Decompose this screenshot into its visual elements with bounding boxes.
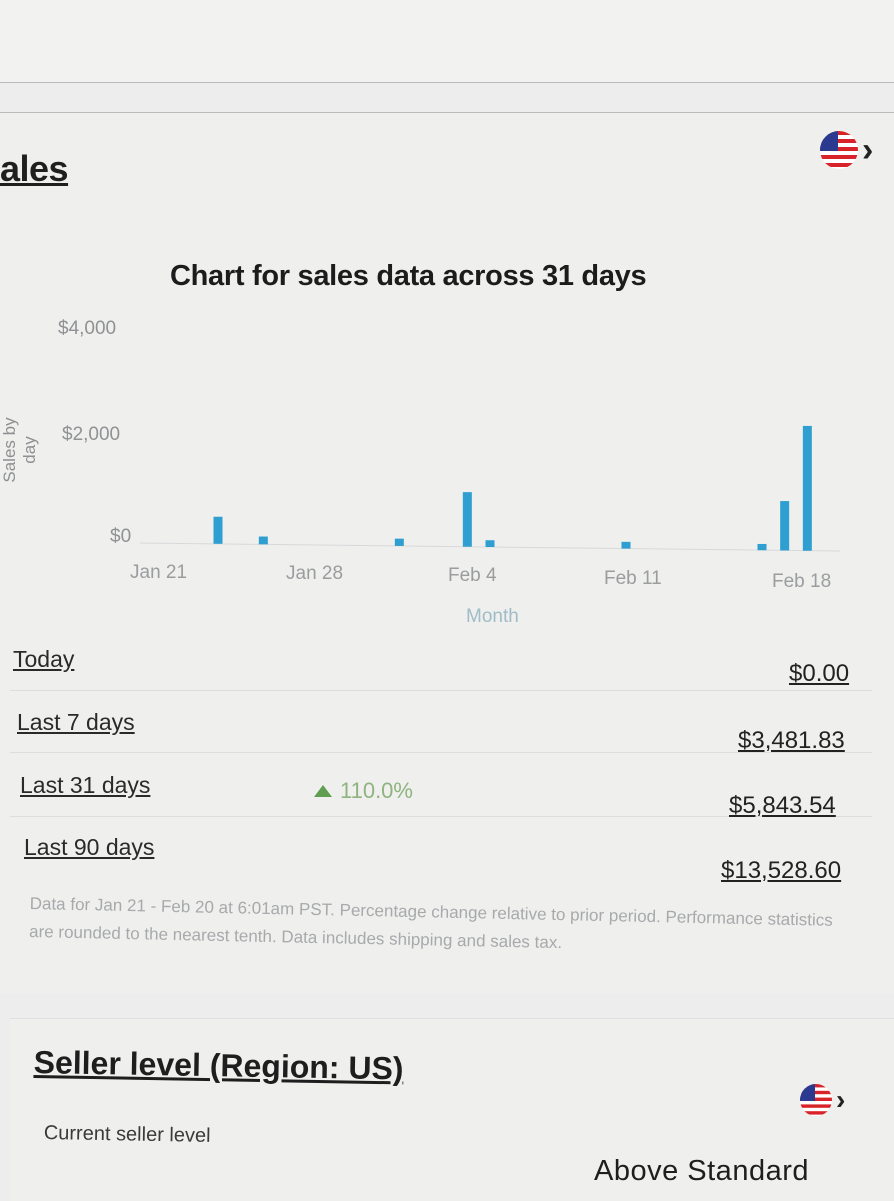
stat-value-last-7-days[interactable]: $3,481.83 — [738, 727, 845, 755]
stat-value-last-90-days[interactable]: $13,528.60 — [721, 857, 841, 885]
current-seller-level-label: Current seller level — [43, 1122, 211, 1147]
stat-value-today[interactable]: $0.00 — [789, 660, 849, 688]
y-tick-label: $0 — [110, 526, 132, 547]
browser-top-area — [0, 0, 894, 83]
stat-label-last-90-days[interactable]: Last 90 days — [24, 834, 154, 861]
divider — [10, 690, 872, 691]
seller-level-heading-link[interactable]: Seller level (Region: US) — [33, 1044, 403, 1087]
y-tick-label: $4,000 — [58, 318, 117, 339]
stat-label-last-31-days[interactable]: Last 31 days — [20, 772, 150, 799]
us-flag-icon — [800, 1084, 832, 1116]
chevron-right-icon: › — [836, 1084, 846, 1115]
x-tick-label: Feb 4 — [448, 565, 497, 586]
stat-value-last-31-days[interactable]: $5,843.54 — [729, 792, 836, 820]
percentage-change: 110.0% — [314, 778, 413, 804]
us-flag-icon — [820, 131, 858, 169]
x-tick-label: Feb 11 — [604, 568, 662, 589]
stat-label-last-7-days[interactable]: Last 7 days — [17, 709, 135, 736]
y-tick-label: $2,000 — [62, 424, 121, 445]
sales-heading-link[interactable]: ales — [0, 148, 69, 190]
stat-label-today[interactable]: Today — [13, 646, 74, 673]
chevron-right-icon: › — [862, 131, 874, 169]
up-triangle-icon — [314, 785, 332, 797]
current-seller-level-value: Above Standard — [594, 1155, 809, 1187]
change-value: 110.0% — [340, 778, 413, 803]
chart-x-axis-label: Month — [466, 606, 519, 627]
chart-title: Chart for sales data across 31 days — [170, 260, 647, 292]
region-switch-button[interactable]: › — [820, 131, 873, 169]
x-tick-label: Feb 18 — [772, 571, 832, 592]
chart-y-axis-label: Sales by day — [0, 417, 39, 483]
seller-region-switch-button[interactable]: › — [800, 1084, 845, 1116]
x-tick-label: Jan 21 — [130, 562, 188, 583]
x-tick-label: Jan 28 — [286, 563, 344, 584]
